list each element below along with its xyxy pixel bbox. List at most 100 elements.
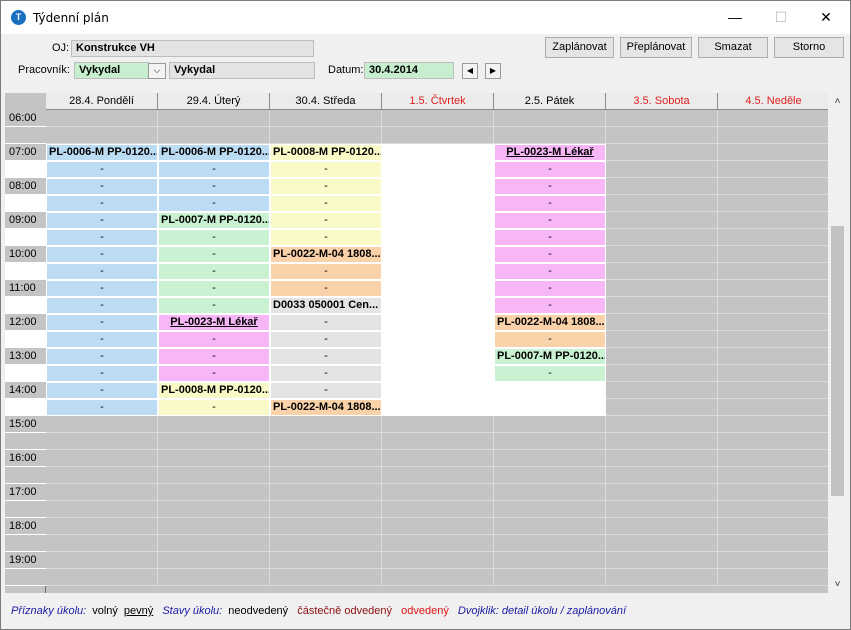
task-continuation-cell[interactable] [382, 314, 494, 331]
oj-label: OJ: [52, 42, 70, 54]
task-continuation-cell[interactable]: - [270, 314, 382, 331]
task-continuation-cell[interactable] [382, 229, 494, 246]
task-cell[interactable]: PL-0007-M PP-0120... [494, 348, 606, 365]
task-continuation-cell[interactable] [382, 280, 494, 297]
worker-code-field[interactable]: Vykydal [74, 62, 149, 79]
task-continuation-cell[interactable]: - [494, 229, 606, 246]
minimize-button[interactable]: — [712, 1, 758, 34]
task-continuation-cell[interactable]: - [494, 280, 606, 297]
task-continuation-cell[interactable]: - [270, 212, 382, 229]
task-continuation-cell[interactable]: - [158, 195, 270, 212]
task-continuation-cell[interactable] [382, 297, 494, 314]
delete-button[interactable]: Smazat [698, 37, 768, 58]
task-cell[interactable]: PL-0008-M PP-0120... [158, 382, 270, 399]
task-continuation-cell[interactable] [382, 399, 494, 416]
task-continuation-cell[interactable] [382, 365, 494, 382]
task-continuation-cell[interactable]: - [494, 178, 606, 195]
task-continuation-cell[interactable] [382, 161, 494, 178]
task-cell[interactable]: PL-0023-M Lékař [494, 144, 606, 161]
task-continuation-cell[interactable]: - [494, 212, 606, 229]
task-continuation-cell[interactable] [382, 178, 494, 195]
task-continuation-cell[interactable]: - [270, 348, 382, 365]
scroll-thumb[interactable] [831, 226, 844, 496]
task-continuation-cell[interactable]: - [46, 331, 158, 348]
half-hour-slot [5, 569, 46, 586]
date-field[interactable]: 30.4.2014 [364, 62, 454, 79]
scroll-down-icon[interactable]: ˅ [828, 576, 847, 593]
replan-button[interactable]: Přeplánovat [620, 37, 692, 58]
task-continuation-cell[interactable]: - [494, 195, 606, 212]
chevron-down-icon[interactable]: ⌵ [148, 63, 166, 79]
task-cell[interactable]: PL-0007-M PP-0120... [158, 212, 270, 229]
task-continuation-cell[interactable]: - [494, 331, 606, 348]
task-continuation-cell[interactable] [382, 331, 494, 348]
task-continuation-cell[interactable]: - [46, 280, 158, 297]
task-cell[interactable]: D0033 050001 Cen... [270, 297, 382, 314]
task-cell[interactable]: PL-0006-M PP-0120... [158, 144, 270, 161]
close-button[interactable]: ✕ [803, 1, 849, 34]
task-continuation-cell[interactable]: - [46, 246, 158, 263]
task-continuation-cell[interactable] [382, 348, 494, 365]
task-continuation-cell[interactable]: - [270, 365, 382, 382]
task-cell[interactable]: PL-0008-M PP-0120... [270, 144, 382, 161]
previous-date-icon[interactable]: ◀ [462, 63, 478, 79]
task-cell[interactable]: PL-0006-M PP-0120... [46, 144, 158, 161]
task-continuation-cell[interactable]: - [158, 229, 270, 246]
task-continuation-cell[interactable]: - [270, 280, 382, 297]
task-continuation-cell[interactable] [382, 246, 494, 263]
task-continuation-cell[interactable]: - [270, 331, 382, 348]
task-continuation-cell[interactable]: - [46, 382, 158, 399]
task-continuation-cell[interactable]: - [46, 212, 158, 229]
task-continuation-cell[interactable]: - [494, 297, 606, 314]
task-continuation-cell[interactable]: - [270, 195, 382, 212]
task-continuation-cell[interactable]: - [46, 229, 158, 246]
task-continuation-cell[interactable]: - [46, 365, 158, 382]
task-continuation-cell[interactable]: - [494, 161, 606, 178]
task-continuation-cell[interactable] [382, 195, 494, 212]
vertical-scrollbar[interactable]: ˄ ˅ [828, 93, 847, 593]
task-continuation-cell[interactable]: - [46, 178, 158, 195]
task-continuation-cell[interactable]: - [270, 263, 382, 280]
task-cell[interactable]: PL-0022-M-04 1808... [270, 246, 382, 263]
legend-states-label: Stavy úkolu: [162, 605, 223, 617]
task-continuation-cell[interactable] [382, 144, 494, 161]
task-continuation-cell[interactable]: - [494, 365, 606, 382]
task-continuation-cell[interactable]: - [46, 297, 158, 314]
scroll-up-icon[interactable]: ˄ [828, 93, 847, 110]
task-continuation-cell[interactable]: - [494, 246, 606, 263]
task-continuation-cell[interactable] [494, 399, 606, 416]
task-cell[interactable]: PL-0023-M Lékař [158, 314, 270, 331]
task-continuation-cell[interactable]: - [158, 297, 270, 314]
task-continuation-cell[interactable]: - [270, 178, 382, 195]
task-continuation-cell[interactable]: - [46, 399, 158, 416]
task-continuation-cell[interactable]: - [158, 331, 270, 348]
task-continuation-cell[interactable]: - [158, 263, 270, 280]
task-continuation-cell[interactable] [382, 212, 494, 229]
task-continuation-cell[interactable] [382, 263, 494, 280]
task-continuation-cell[interactable]: - [158, 280, 270, 297]
task-continuation-cell[interactable]: - [270, 382, 382, 399]
maximize-button[interactable]: ☐ [758, 1, 804, 34]
cancel-button[interactable]: Storno [774, 37, 844, 58]
task-continuation-cell[interactable]: - [46, 314, 158, 331]
task-continuation-cell[interactable] [382, 382, 494, 399]
task-cell[interactable]: PL-0022-M-04 1808... [270, 399, 382, 416]
task-continuation-cell[interactable] [494, 382, 606, 399]
hour-label: 12:00 [5, 314, 46, 331]
task-continuation-cell[interactable]: - [46, 348, 158, 365]
task-continuation-cell[interactable]: - [494, 263, 606, 280]
task-continuation-cell[interactable]: - [46, 195, 158, 212]
task-continuation-cell[interactable]: - [158, 246, 270, 263]
task-cell[interactable]: PL-0022-M-04 1808... [494, 314, 606, 331]
task-continuation-cell[interactable]: - [158, 178, 270, 195]
next-date-icon[interactable]: ▶ [485, 63, 501, 79]
task-continuation-cell[interactable]: - [46, 161, 158, 178]
task-continuation-cell[interactable]: - [158, 365, 270, 382]
task-continuation-cell[interactable]: - [270, 161, 382, 178]
task-continuation-cell[interactable]: - [158, 399, 270, 416]
task-continuation-cell[interactable]: - [270, 229, 382, 246]
plan-button[interactable]: Zaplánovat [545, 37, 614, 58]
task-continuation-cell[interactable]: - [46, 263, 158, 280]
task-continuation-cell[interactable]: - [158, 161, 270, 178]
task-continuation-cell[interactable]: - [158, 348, 270, 365]
